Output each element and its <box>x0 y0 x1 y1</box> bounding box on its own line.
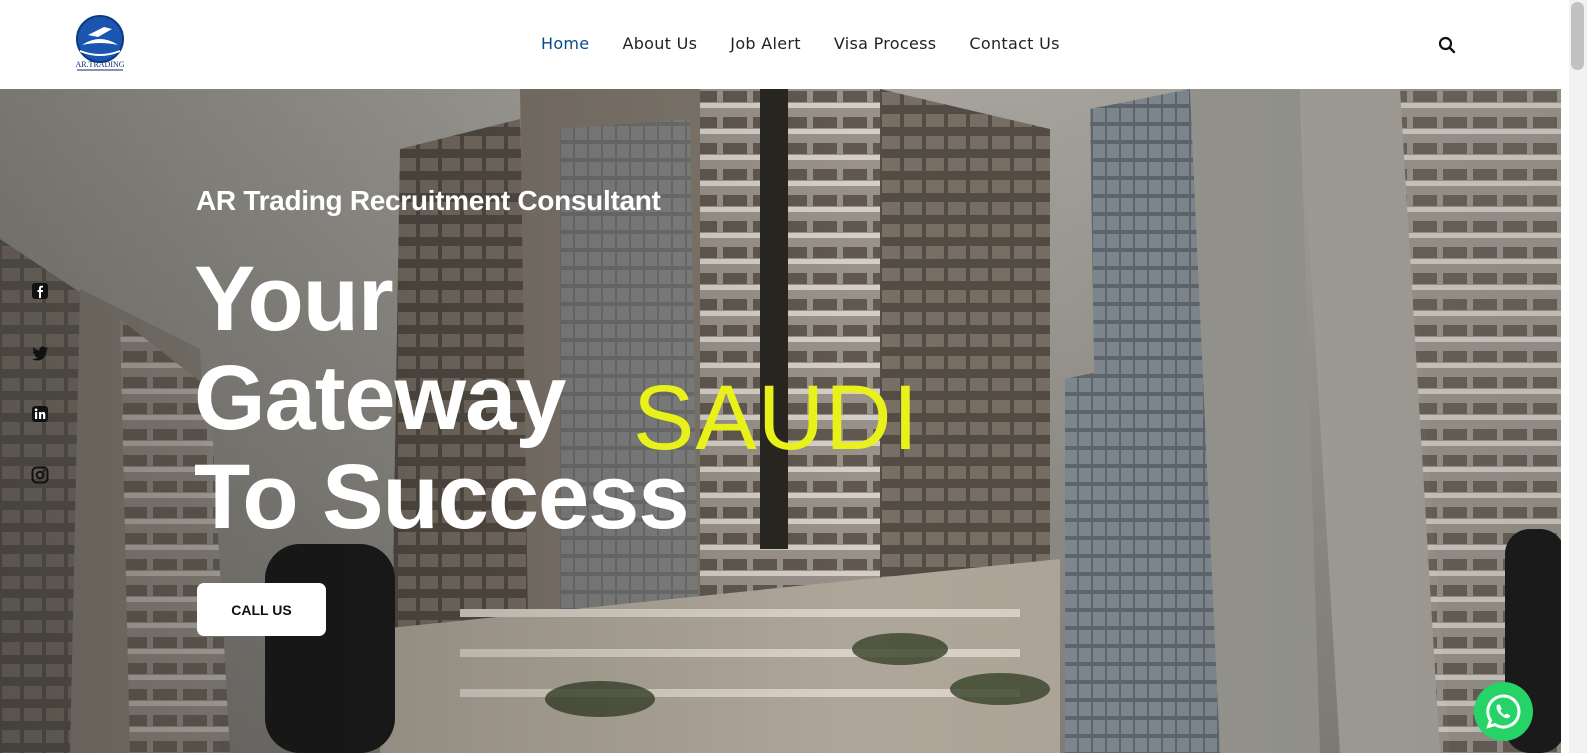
page-scrollbar[interactable] <box>1569 0 1587 753</box>
headline-line-3: To Success <box>194 446 690 548</box>
main-nav: Home About Us Job Alert Visa Process Con… <box>541 34 1093 53</box>
nav-job-alert[interactable]: Job Alert <box>730 34 801 53</box>
whatsapp-icon <box>1486 694 1521 729</box>
rotating-country-word: SAUDI <box>633 367 920 469</box>
headline-line-1: Your <box>194 248 394 350</box>
logo[interactable]: AR.TRADING <box>74 15 126 73</box>
scrollbar-thumb[interactable] <box>1571 2 1584 70</box>
nav-home[interactable]: Home <box>541 34 589 53</box>
nav-about-us[interactable]: About Us <box>622 34 697 53</box>
nav-visa-process[interactable]: Visa Process <box>834 34 937 53</box>
instagram-icon[interactable] <box>31 466 49 484</box>
site-header: AR.TRADING Home About Us Job Alert Visa … <box>0 0 1569 89</box>
search-icon[interactable] <box>1437 35 1457 55</box>
hero-headline: Your Gateway To Success <box>194 248 690 548</box>
whatsapp-button[interactable] <box>1474 682 1533 741</box>
call-us-button[interactable]: CALL US <box>197 583 326 636</box>
nav-contact-us[interactable]: Contact Us <box>969 34 1059 53</box>
headline-line-2: Gateway <box>194 347 566 449</box>
linkedin-icon[interactable] <box>31 405 49 423</box>
twitter-icon[interactable] <box>31 344 49 362</box>
hero-eyebrow: AR Trading Recruitment Consultant <box>196 185 661 216</box>
svg-text:AR.TRADING: AR.TRADING <box>75 60 124 69</box>
facebook-icon[interactable] <box>31 282 49 300</box>
